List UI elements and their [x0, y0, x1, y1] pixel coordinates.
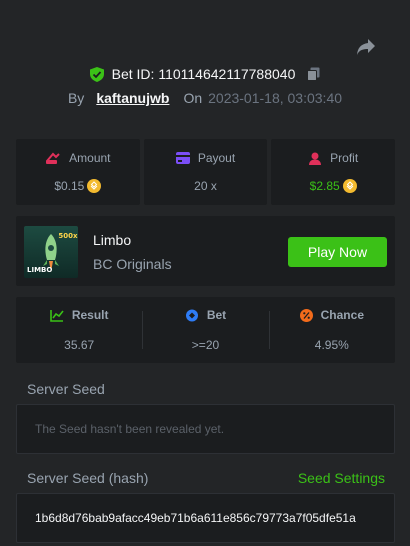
- bet-date: 2023-01-18, 03:03:40: [208, 90, 343, 106]
- amount-value: $0.15: [54, 179, 85, 193]
- thumb-title: LIMBO: [27, 266, 52, 274]
- bet-id: Bet ID: 110114642117788040: [111, 66, 296, 82]
- payout-value: 20 x: [194, 179, 217, 193]
- shield-check-icon: [89, 66, 104, 82]
- server-seed-hash-field[interactable]: 1b6d8d76bab9afacc49eb71b6a611e856c79773a…: [16, 493, 395, 543]
- chance-value: 4.95%: [314, 338, 349, 352]
- copy-icon[interactable]: [307, 67, 320, 81]
- amount-label: Amount: [69, 151, 111, 165]
- coin-icon: [342, 179, 357, 193]
- bet-icon: [185, 309, 198, 321]
- result-icon: [50, 309, 64, 322]
- share-icon[interactable]: [356, 38, 376, 56]
- on-label: On: [183, 90, 203, 106]
- chance-column: Chance 4.95%: [268, 297, 395, 363]
- chance-label: Chance: [320, 308, 364, 322]
- result-value: 35.67: [64, 338, 95, 352]
- play-now-button[interactable]: Play Now: [288, 237, 387, 267]
- result-panel: Result 35.67 Bet >=20 Chance 4.95%: [16, 297, 395, 363]
- bet-stats: Amount $0.15 Payout 20 x Profit $2.85: [16, 139, 396, 205]
- server-seed-hash-title: Server Seed (hash): [27, 470, 149, 486]
- stat-payout: Payout 20 x: [143, 139, 268, 205]
- result-label: Result: [71, 308, 109, 322]
- server-seed-field: The Seed hasn't been revealed yet.: [16, 404, 395, 454]
- username-link[interactable]: kaftanujwb: [96, 90, 169, 106]
- stat-amount: Amount $0.15: [16, 139, 140, 205]
- profit-value: $2.85: [309, 179, 340, 193]
- profit-icon: [309, 152, 322, 165]
- thumb-badge: 500x: [58, 232, 78, 240]
- bet-id-row: Bet ID: 110114642117788040: [0, 66, 410, 82]
- game-provider: BC Originals: [93, 256, 172, 272]
- bet-column: Bet >=20: [142, 297, 268, 363]
- server-seed-title: Server Seed: [27, 381, 105, 397]
- bet-value: >=20: [191, 338, 220, 352]
- bet-author-row: By kaftanujwb On 2023-01-18, 03:03:40: [0, 90, 410, 106]
- game-thumbnail[interactable]: 500x LIMBO: [24, 226, 78, 278]
- stat-profit: Profit $2.85: [271, 139, 396, 205]
- payout-icon: [175, 152, 190, 164]
- seed-settings-link[interactable]: Seed Settings: [298, 470, 385, 486]
- result-column: Result 35.67: [16, 297, 142, 363]
- by-label: By: [67, 90, 85, 106]
- chance-icon: [299, 308, 313, 322]
- bet-label: Bet: [206, 308, 227, 322]
- game-name: Limbo: [93, 232, 132, 248]
- profit-label: Profit: [330, 151, 359, 165]
- amount-icon: [46, 152, 60, 164]
- payout-label: Payout: [197, 151, 236, 165]
- game-card: 500x LIMBO Limbo BC Originals Play Now: [16, 216, 395, 286]
- coin-icon: [87, 179, 102, 193]
